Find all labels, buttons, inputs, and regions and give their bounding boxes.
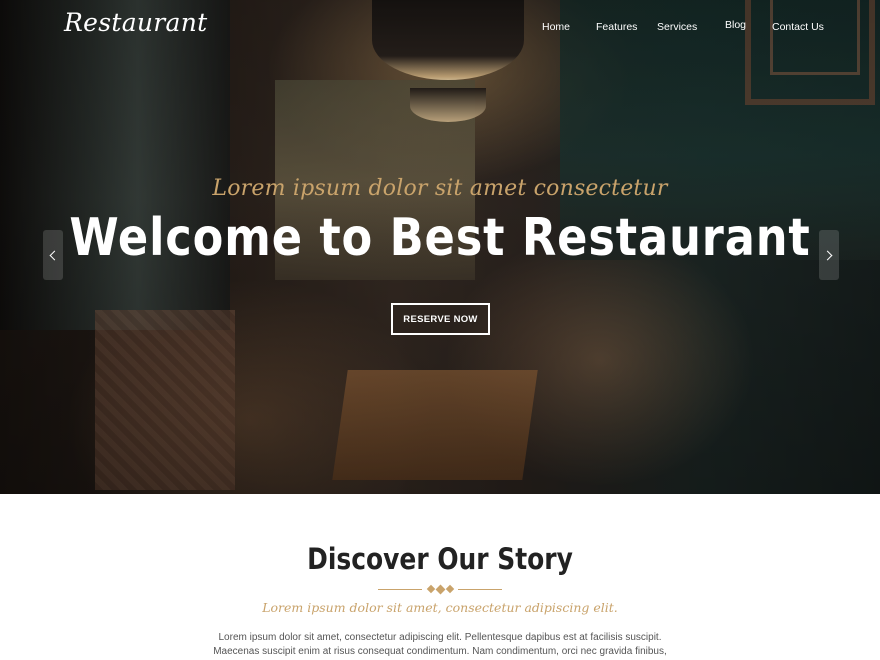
hero-tagline: Lorem ipsum dolor sit amet consectetur: [212, 176, 668, 201]
slider-prev-button[interactable]: [43, 230, 63, 280]
story-tagline: Lorem ipsum dolor sit amet, consectetur …: [262, 600, 618, 615]
nav-item-features[interactable]: Features: [596, 21, 637, 33]
chevron-right-icon: [822, 250, 833, 260]
nav-item-blog[interactable]: Blog: [725, 19, 746, 31]
chevron-left-icon: [49, 250, 60, 260]
hero-section: Restaurant Home Features Services Blog C…: [0, 0, 880, 494]
story-body-line-2: Maecenas suscipit enim at risus consequa…: [213, 646, 667, 657]
ornament-divider-icon: [378, 584, 502, 596]
story-body-line-1: Lorem ipsum dolor sit amet, consectetur …: [218, 632, 662, 643]
nav-item-contact-us[interactable]: Contact Us: [772, 21, 824, 33]
story-title: Discover Our Story: [307, 542, 573, 576]
slider-next-button[interactable]: [819, 230, 839, 280]
story-body: Lorem ipsum dolor sit amet, consectetur …: [190, 631, 690, 659]
reserve-now-button[interactable]: RESERVE NOW: [391, 303, 490, 335]
main-nav: Home Features Services Blog Contact Us: [0, 0, 880, 50]
nav-item-home[interactable]: Home: [542, 21, 570, 33]
nav-item-services[interactable]: Services: [657, 21, 697, 33]
hero-headline: Welcome to Best Restaurant: [69, 208, 811, 268]
